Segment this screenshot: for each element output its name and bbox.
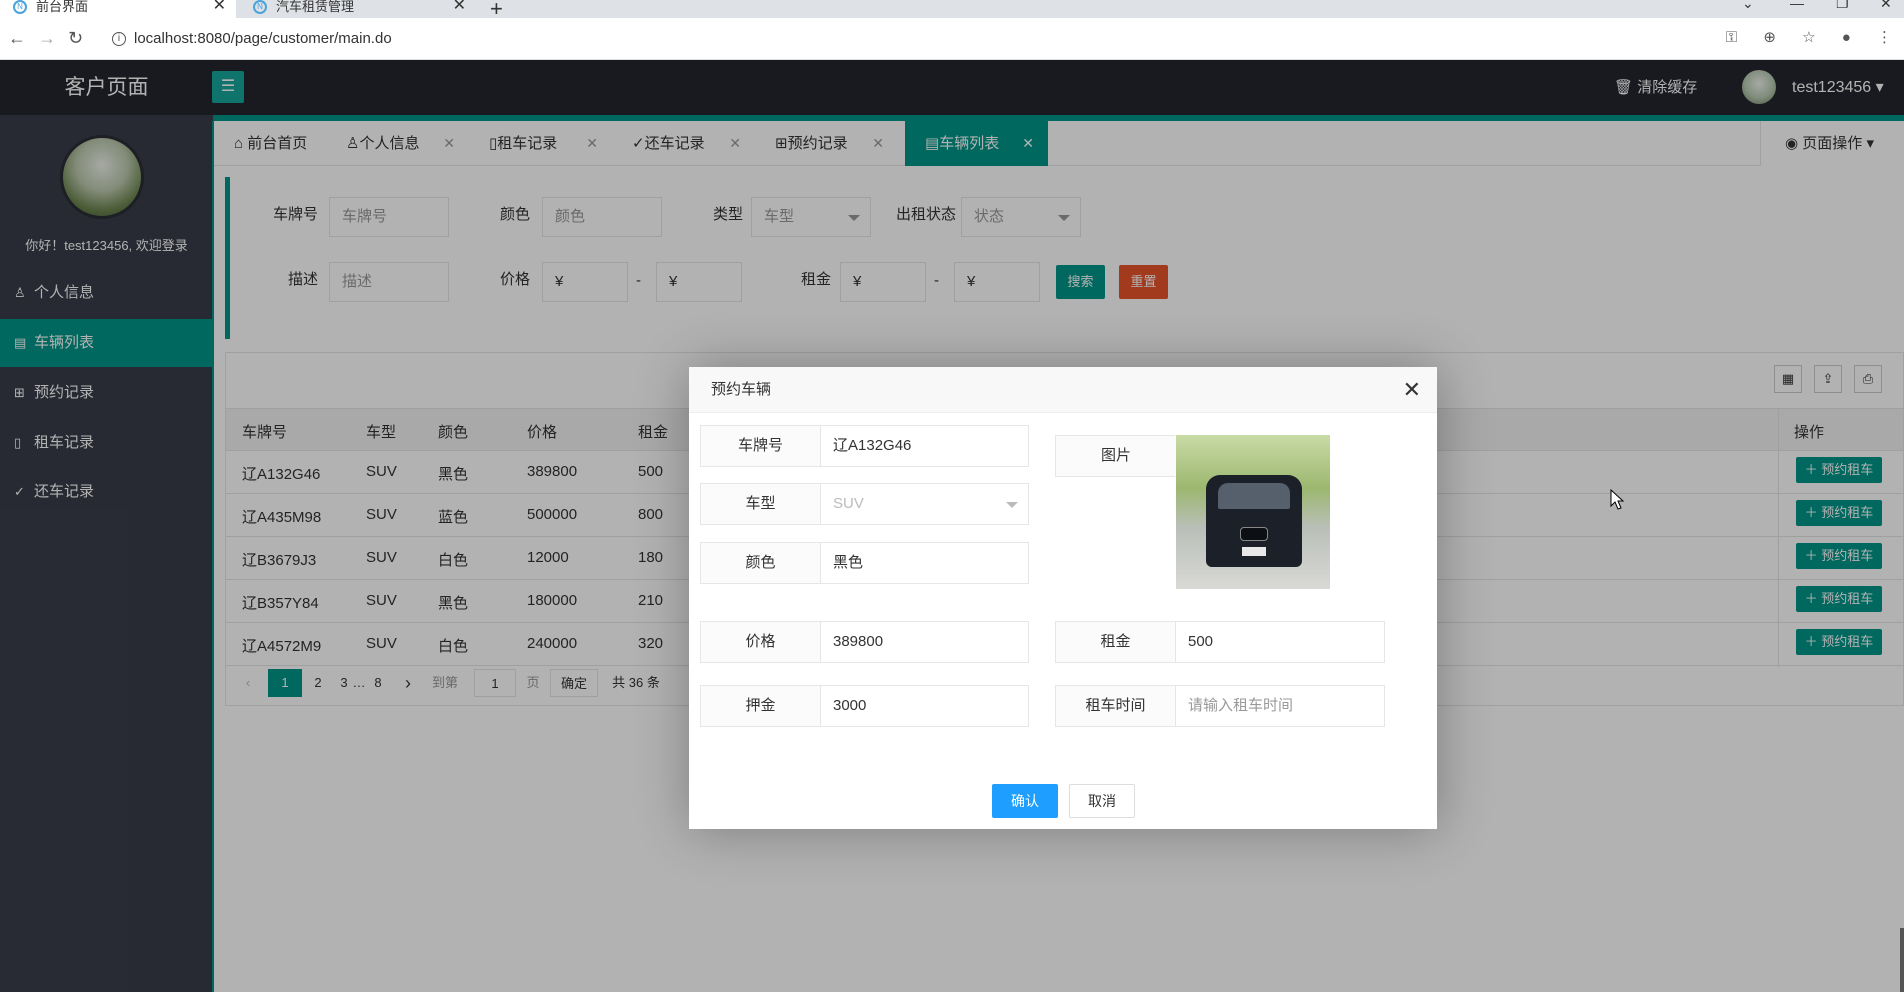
reload-icon[interactable]: ↻ (68, 28, 83, 49)
field-label: 车型 (701, 484, 821, 524)
address-bar: ← → ↻ i localhost:8080/page/customer/mai… (0, 18, 1904, 60)
price-field[interactable]: 价格 389800 (700, 621, 1029, 663)
close-tab-icon[interactable]: ✕ (453, 0, 466, 14)
close-tab-icon[interactable]: ✕ (213, 0, 226, 14)
more-icon[interactable]: ⋮ (1877, 29, 1892, 46)
field-value: 3000 (833, 697, 867, 714)
favicon-icon: N (253, 0, 267, 14)
star-icon[interactable]: ☆ (1802, 29, 1815, 46)
profile-icon[interactable]: ● (1842, 29, 1851, 46)
field-label: 颜色 (701, 543, 821, 583)
scrollbar[interactable] (1900, 928, 1904, 992)
cancel-button[interactable]: 取消 (1069, 784, 1135, 818)
field-label: 价格 (701, 622, 821, 662)
field-value: 黑色 (833, 554, 864, 571)
key-icon[interactable]: ⚿ (1726, 29, 1737, 46)
field-label: 租车时间 (1056, 686, 1176, 726)
minimize-icon[interactable]: — (1790, 0, 1804, 11)
field-placeholder: 请输入租车时间 (1188, 697, 1294, 714)
close-window-icon[interactable]: ✕ (1880, 0, 1892, 12)
modal-title: 预约车辆 (689, 367, 1437, 413)
type-field[interactable]: 车型 SUV (700, 483, 1029, 525)
browser-tab-label: 汽车租赁管理 (276, 0, 355, 14)
field-label: 租金 (1056, 622, 1176, 662)
zoom-icon[interactable]: ⊕ (1763, 29, 1776, 46)
car-windshield (1218, 483, 1290, 509)
rent-time-field[interactable]: 租车时间 请输入租车时间 (1055, 685, 1385, 727)
color-field[interactable]: 颜色 黑色 (700, 542, 1029, 584)
field-label: 图片 (1056, 436, 1176, 476)
browser-tab-1[interactable]: N 前台界面 ✕ (0, 0, 236, 18)
info-icon[interactable]: i (112, 32, 126, 46)
browser-tab-label: 前台界面 (36, 0, 89, 14)
field-value: SUV (833, 495, 864, 512)
profile-dropdown-icon[interactable]: ⌄ (1742, 0, 1754, 12)
car-plate (1242, 547, 1266, 556)
chevron-down-icon (1006, 502, 1018, 508)
restore-icon[interactable]: ❐ (1836, 0, 1849, 12)
url-text: localhost:8080/page/customer/main.do (134, 30, 392, 47)
address-actions: ⚿ ⊕ ☆ ● ⋮ (1704, 28, 1892, 46)
deposit-field[interactable]: 押金 3000 (700, 685, 1029, 727)
field-value: 500 (1188, 633, 1214, 650)
reserve-modal: 预约车辆 ✕ 车牌号 辽A132G46 车型 SUV 颜色 黑色 图片 价格 3… (689, 367, 1437, 829)
rent-field[interactable]: 租金 500 (1055, 621, 1385, 663)
image-field: 图片 (1055, 435, 1176, 477)
close-icon[interactable]: ✕ (1403, 377, 1421, 403)
field-label: 车牌号 (701, 426, 821, 466)
mouse-cursor-icon (1610, 489, 1625, 510)
confirm-button[interactable]: 确认 (992, 784, 1058, 818)
browser-tab-2[interactable]: N 汽车租赁管理 ✕ (240, 0, 476, 18)
favicon-icon: N (13, 0, 27, 14)
browser-tabstrip: N 前台界面 ✕ N 汽车租赁管理 ✕ + ⌄ — ❐ ✕ (0, 0, 1904, 21)
field-value: 辽A132G46 (833, 437, 912, 454)
plate-field[interactable]: 车牌号 辽A132G46 (700, 425, 1029, 467)
forward-icon[interactable]: → (38, 28, 56, 49)
car-grille (1240, 527, 1268, 541)
field-label: 押金 (701, 686, 821, 726)
field-value: 389800 (833, 633, 884, 650)
url-field[interactable]: i localhost:8080/page/customer/main.do (100, 25, 1740, 53)
back-icon[interactable]: ← (8, 28, 26, 49)
car-image (1176, 435, 1330, 589)
